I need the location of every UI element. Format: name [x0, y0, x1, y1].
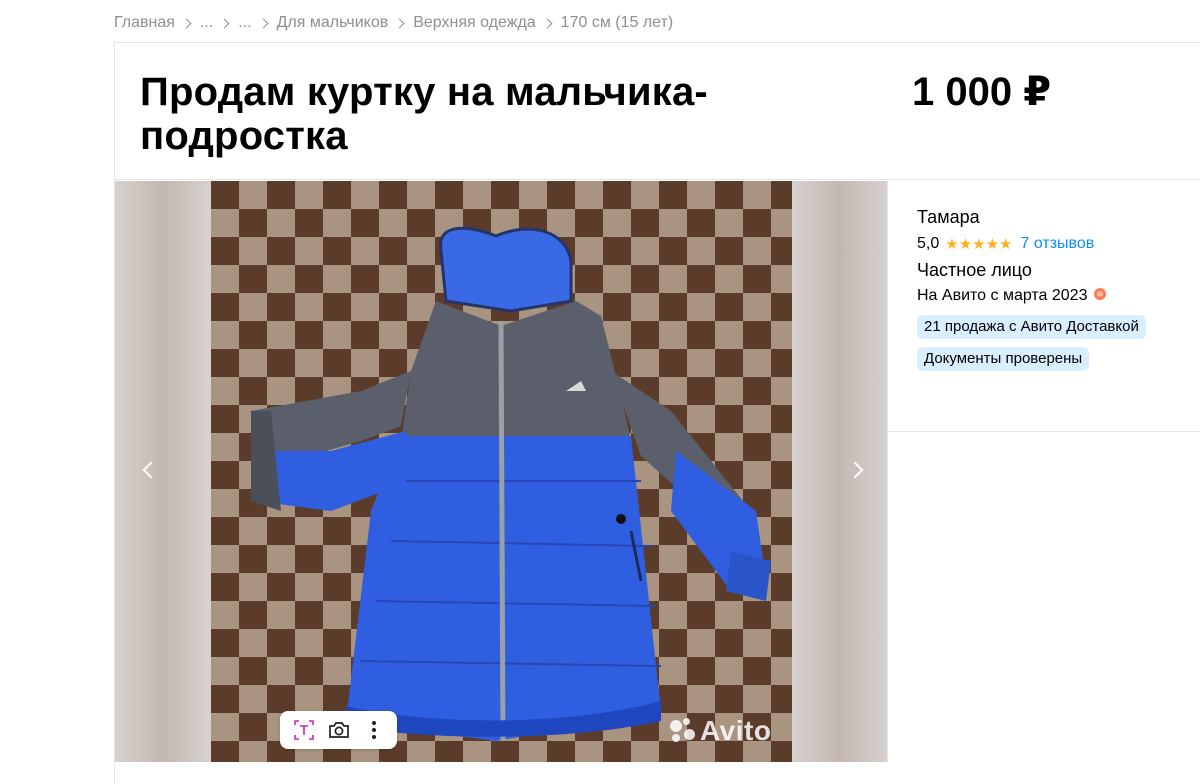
breadcrumb-collapsed-2[interactable]: ... [238, 14, 251, 32]
avito-watermark-text: Avito [700, 715, 772, 746]
image-tools-toolbar [280, 711, 397, 749]
chevron-right-icon [221, 16, 229, 30]
next-photo-arrow-icon[interactable] [843, 455, 873, 485]
gallery-blur-left [115, 181, 211, 762]
seller-card: Тамара 5,0 ★★★★★ 7 отзывов Частное лицо … [889, 181, 1200, 432]
breadcrumb-outerwear[interactable]: Верхняя одежда [413, 14, 535, 32]
jacket-illustration [251, 226, 771, 742]
chevron-right-icon [396, 16, 404, 30]
listing-header: Продам куртку на мальчика-подростка 1 00… [114, 42, 1200, 180]
page-title: Продам куртку на мальчика-подростка [140, 70, 708, 158]
avito-logo-icon [668, 716, 698, 746]
seller-type: Частное лицо [917, 260, 1032, 280]
star-rating-icon: ★★★★★ [945, 236, 1013, 253]
rating-value: 5,0 [917, 235, 940, 252]
breadcrumb-boys[interactable]: Для мальчиков [277, 14, 389, 32]
documents-verified-badge: Документы проверены [917, 347, 1090, 371]
previous-photo-arrow-icon[interactable] [133, 455, 163, 485]
reviews-link[interactable]: 7 отзывов [1021, 235, 1095, 253]
chevron-right-icon [544, 16, 552, 30]
breadcrumb-home[interactable]: Главная [114, 14, 175, 32]
breadcrumb-size[interactable]: 170 см (15 лет) [561, 14, 674, 32]
seller-rating: 5,0 ★★★★★ 7 отзывов [917, 235, 1094, 253]
main-photo[interactable] [211, 181, 792, 762]
breadcrumb-collapsed-1[interactable]: ... [200, 14, 213, 32]
more-vertical-icon[interactable] [360, 716, 388, 744]
text-recognition-icon[interactable] [290, 716, 318, 744]
chevron-right-icon [260, 16, 268, 30]
avito-watermark: Avito [668, 715, 771, 747]
seller-name[interactable]: Тамара [917, 207, 980, 228]
delivery-sales-badge: 21 продажа с Авито Доставкой [917, 315, 1146, 339]
seller-since: На Авито с марта 2023 [917, 287, 1107, 305]
chevron-right-icon [183, 16, 191, 30]
medal-icon [1093, 288, 1107, 304]
photo-gallery: Avito [115, 181, 888, 762]
camera-search-icon[interactable] [325, 716, 353, 744]
seller-since-text: На Авито с марта 2023 [917, 287, 1088, 304]
listing-price: 1 000 ₽ [912, 70, 1052, 114]
breadcrumb: Главная ... ... Для мальчиков Верхняя од… [114, 12, 673, 34]
